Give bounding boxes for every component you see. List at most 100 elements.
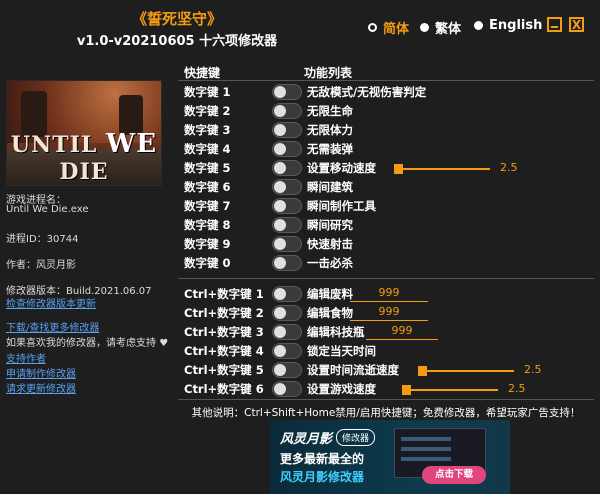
hotkey-label: Ctrl+数字键 2 — [184, 306, 264, 320]
lang-traditional-radio[interactable]: 繁体 — [420, 18, 461, 37]
cheat-toggle[interactable] — [272, 84, 302, 100]
cheat-toggle[interactable] — [272, 122, 302, 138]
cheat-toggle[interactable] — [272, 236, 302, 252]
slider-handle[interactable] — [402, 385, 411, 395]
cheat-toggle[interactable] — [272, 305, 302, 321]
function-label: 设置时间流逝速度 — [307, 363, 399, 377]
function-column-header: 功能列表 — [304, 66, 353, 80]
function-label: 编辑科技瓶 — [307, 325, 365, 339]
value-slider[interactable] — [402, 385, 498, 395]
lang-english-radio[interactable]: English — [474, 18, 542, 33]
support-prompt: 如果喜欢我的修改器，请考虑支持 ♥ — [6, 334, 168, 349]
cheat-row: 数字键 5 设置移动速度 2.5 — [184, 159, 594, 178]
cheat-row: 数字键 4 无需装弹 — [184, 140, 594, 159]
download-more-link[interactable]: 下载/查找更多修改器 — [6, 319, 99, 334]
cheat-toggle[interactable] — [272, 343, 302, 359]
function-label: 编辑食物 — [307, 306, 353, 320]
hotkey-label: 数字键 1 — [184, 85, 231, 99]
cheat-row: 数字键 0 一击必杀 — [184, 254, 594, 273]
cheat-row: Ctrl+数字键 5 设置时间流逝速度 2.5 — [184, 361, 594, 380]
cheat-toggle[interactable] — [272, 362, 302, 378]
cheat-toggle[interactable] — [272, 324, 302, 340]
cheat-row: Ctrl+数字键 3 编辑科技瓶 999 — [184, 323, 594, 342]
header: 《誓死坚守》 v1.0-v20210605 十六项修改器 简体 繁体 Engli… — [0, 0, 600, 54]
support-author-link[interactable]: 支持作者 — [6, 350, 46, 365]
ad-tag: 修改器 — [336, 429, 376, 446]
hotkey-label: 数字键 4 — [184, 142, 231, 156]
request-trainer-link[interactable]: 申请制作修改器 — [6, 365, 76, 380]
radio-selected-icon — [368, 23, 377, 32]
value-input[interactable]: 999 — [366, 323, 438, 340]
app-subtitle: v1.0-v20210605 十六项修改器 — [76, 34, 278, 49]
close-icon: X — [571, 17, 582, 32]
support-prompt-text: 如果喜欢我的修改器，请考虑支持 — [6, 338, 156, 349]
function-label: 无敌模式/无视伤害判定 — [307, 85, 427, 99]
slider-value: 2.5 — [500, 161, 518, 174]
cheat-toggle[interactable] — [272, 103, 302, 119]
cheat-toggle[interactable] — [272, 198, 302, 214]
logo-word-we: WE — [106, 129, 158, 159]
logo-word-die: DIE — [59, 159, 109, 185]
cheat-toggle[interactable] — [272, 160, 302, 176]
minimize-button[interactable] — [547, 17, 562, 32]
function-label: 无限体力 — [307, 123, 353, 137]
hotkey-label: 数字键 2 — [184, 104, 231, 118]
value-input[interactable]: 999 — [350, 285, 428, 302]
cheat-row: 数字键 8 瞬间研究 — [184, 216, 594, 235]
hotkey-label: Ctrl+数字键 3 — [184, 325, 264, 339]
section-divider — [178, 278, 594, 279]
cheat-toggle[interactable] — [272, 141, 302, 157]
app-title: 《誓死坚守》 — [131, 10, 222, 28]
ad-download-button[interactable]: 点击下载 — [422, 466, 486, 484]
function-label: 无需装弹 — [307, 142, 353, 156]
slider-handle[interactable] — [418, 366, 427, 376]
cheat-row: Ctrl+数字键 4 锁定当天时间 — [184, 342, 594, 361]
left-panel: UNTIL WE DIE 游戏进程名： Until We Die.exe 进程I… — [0, 54, 170, 494]
cheat-row: 数字键 1 无敌模式/无视伤害判定 — [184, 83, 594, 102]
cheat-row: Ctrl+数字键 1 编辑废料 999 — [184, 285, 594, 304]
lang-simplified-radio[interactable]: 简体 — [368, 18, 409, 37]
cheat-toggle[interactable] — [272, 286, 302, 302]
hotkey-label: Ctrl+数字键 6 — [184, 382, 264, 396]
footer-note: 其他说明：Ctrl+Shift+Home禁用/启用快捷键；免费修改器，希望玩家广… — [191, 407, 581, 419]
value-input[interactable]: 999 — [350, 304, 428, 321]
function-label: 无限生命 — [307, 104, 353, 118]
hotkey-label: 数字键 5 — [184, 161, 231, 175]
cheat-row: 数字键 6 瞬间建筑 — [184, 178, 594, 197]
header-divider — [178, 80, 594, 81]
cheat-toggle[interactable] — [272, 179, 302, 195]
heart-icon: ♥ — [159, 338, 169, 349]
lang-simplified-label: 简体 — [383, 22, 410, 37]
slider-handle[interactable] — [394, 164, 403, 174]
check-update-link[interactable]: 检查修改器版本更新 — [6, 295, 96, 310]
ad-line2: 风灵月影修改器 — [280, 470, 365, 484]
lang-traditional-label: 繁体 — [435, 22, 462, 37]
function-label: 编辑废料 — [307, 287, 353, 301]
cheat-toggle[interactable] — [272, 381, 302, 397]
value-slider[interactable] — [418, 366, 514, 376]
hotkey-label: Ctrl+数字键 1 — [184, 287, 264, 301]
author-label: 作者：风灵月影 — [6, 260, 76, 271]
hotkey-label: 数字键 0 — [184, 256, 231, 270]
cheat-row: 数字键 9 快速射击 — [184, 235, 594, 254]
game-banner: UNTIL WE DIE — [6, 80, 162, 186]
slider-value: 2.5 — [524, 363, 542, 376]
request-update-link[interactable]: 请求更新修改器 — [6, 380, 76, 395]
cheat-row: Ctrl+数字键 6 设置游戏速度 2.5 — [184, 380, 594, 399]
cheat-toggle[interactable] — [272, 255, 302, 271]
process-name-value: Until We Die.exe — [6, 204, 89, 215]
cheat-row: 数字键 3 无限体力 — [184, 121, 594, 140]
radio-icon — [420, 23, 429, 32]
value-slider[interactable] — [394, 164, 490, 174]
slider-value: 2.5 — [508, 382, 526, 395]
ad-brand: 风灵月影 — [280, 432, 333, 447]
cheat-toggle[interactable] — [272, 217, 302, 233]
hotkey-label: 数字键 9 — [184, 237, 231, 251]
close-button[interactable]: X — [569, 17, 584, 32]
function-label: 一击必杀 — [307, 256, 353, 270]
ad-line1: 更多最新最全的 — [280, 452, 365, 466]
game-logo: UNTIL WE DIE — [7, 129, 161, 185]
ad-banner[interactable]: 风灵月影 修改器 更多最新最全的 风灵月影修改器 点击下载 — [270, 420, 510, 494]
function-label: 设置游戏速度 — [307, 382, 376, 396]
function-label: 瞬间研究 — [307, 218, 353, 232]
